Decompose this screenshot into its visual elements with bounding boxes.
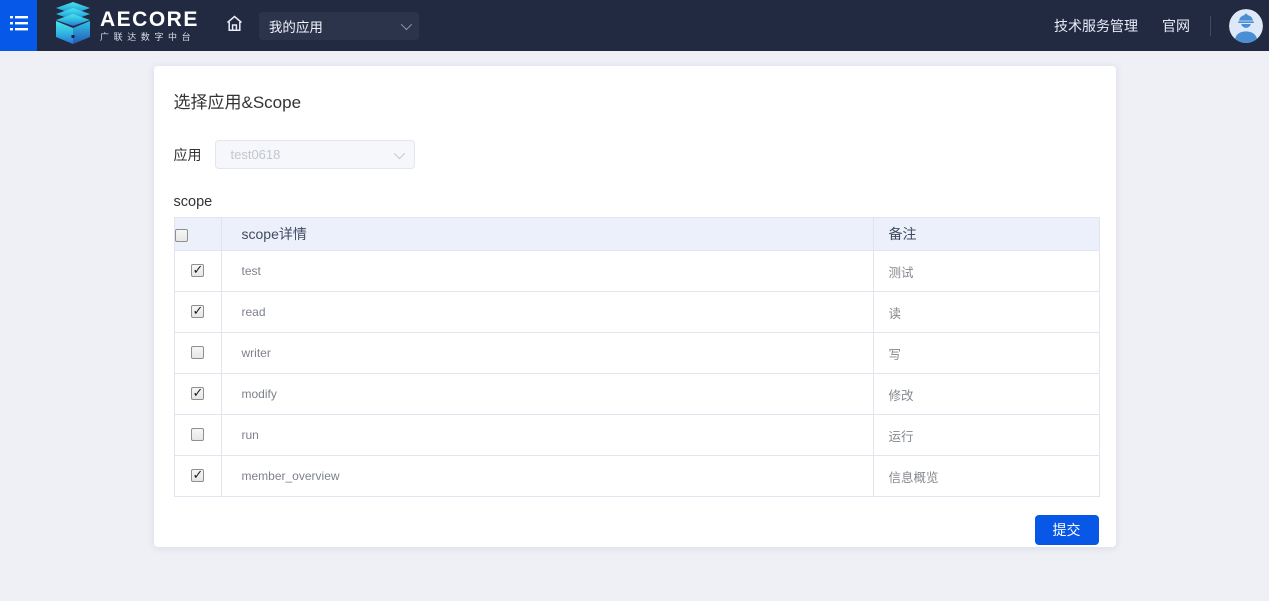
scope-cell: read xyxy=(221,292,873,333)
row-checkbox[interactable] xyxy=(191,264,204,277)
brand-subtitle: 广联达数字中台 xyxy=(100,33,199,42)
remark-cell: 读 xyxy=(873,292,1099,333)
remark-cell: 修改 xyxy=(873,374,1099,415)
table-row: member_overview信息概览 xyxy=(174,456,1099,497)
column-header-remark: 备注 xyxy=(873,218,1099,251)
app-select[interactable]: test0618 xyxy=(215,140,415,169)
remark-cell: 信息概览 xyxy=(873,456,1099,497)
chevron-down-icon xyxy=(401,18,412,29)
table-header-row: scope详情 备注 xyxy=(174,218,1099,251)
remark-cell: 测试 xyxy=(873,251,1099,292)
scope-cell: member_overview xyxy=(221,456,873,497)
table-row: test测试 xyxy=(174,251,1099,292)
scope-cell: test xyxy=(221,251,873,292)
select-app-scope-card: 选择应用&Scope 应用 test0618 scope scope详情 备注 … xyxy=(154,66,1116,547)
menu-list-icon xyxy=(8,12,30,39)
row-checkbox[interactable] xyxy=(191,428,204,441)
home-button[interactable] xyxy=(225,14,244,38)
scope-cell: run xyxy=(221,415,873,456)
page-title: 选择应用&Scope xyxy=(154,66,1116,113)
logo-mark-icon xyxy=(54,2,92,49)
table-row: read读 xyxy=(174,292,1099,333)
nav-link-tech-service[interactable]: 技术服务管理 xyxy=(1054,16,1138,36)
chevron-down-icon xyxy=(393,147,404,158)
table-row: run运行 xyxy=(174,415,1099,456)
select-all-checkbox[interactable] xyxy=(175,229,188,242)
brand-logo[interactable]: AECORE 广联达数字中台 xyxy=(54,2,199,49)
scope-cell: writer xyxy=(221,333,873,374)
app-field-row: 应用 test0618 xyxy=(174,140,1116,169)
top-nav: AECORE 广联达数字中台 我的应用 技术服务管理 官网 xyxy=(0,0,1269,51)
row-checkbox[interactable] xyxy=(191,387,204,400)
remark-cell: 运行 xyxy=(873,415,1099,456)
scope-section-label: scope xyxy=(174,194,1116,210)
nav-link-official-site[interactable]: 官网 xyxy=(1162,16,1190,36)
submit-row: 提交 xyxy=(174,515,1099,545)
table-row: modify修改 xyxy=(174,374,1099,415)
app-switcher-select[interactable]: 我的应用 xyxy=(259,12,419,40)
user-avatar[interactable] xyxy=(1229,9,1263,43)
brand-name: AECORE xyxy=(100,9,199,30)
app-field-label: 应用 xyxy=(174,145,202,165)
home-icon xyxy=(225,14,244,38)
column-header-scope: scope详情 xyxy=(221,218,873,251)
scope-cell: modify xyxy=(221,374,873,415)
app-select-value: test0618 xyxy=(231,147,394,162)
submit-button[interactable]: 提交 xyxy=(1035,515,1099,545)
app-switcher-value: 我的应用 xyxy=(269,16,401,36)
page-body: 选择应用&Scope 应用 test0618 scope scope详情 备注 … xyxy=(0,66,1269,547)
table-row: writer写 xyxy=(174,333,1099,374)
scope-table: scope详情 备注 test测试read读writer写modify修改run… xyxy=(174,217,1100,497)
row-checkbox[interactable] xyxy=(191,346,204,359)
nav-divider xyxy=(1210,16,1211,36)
remark-cell: 写 xyxy=(873,333,1099,374)
menu-button[interactable] xyxy=(0,0,37,51)
row-checkbox[interactable] xyxy=(191,305,204,318)
row-checkbox[interactable] xyxy=(191,469,204,482)
